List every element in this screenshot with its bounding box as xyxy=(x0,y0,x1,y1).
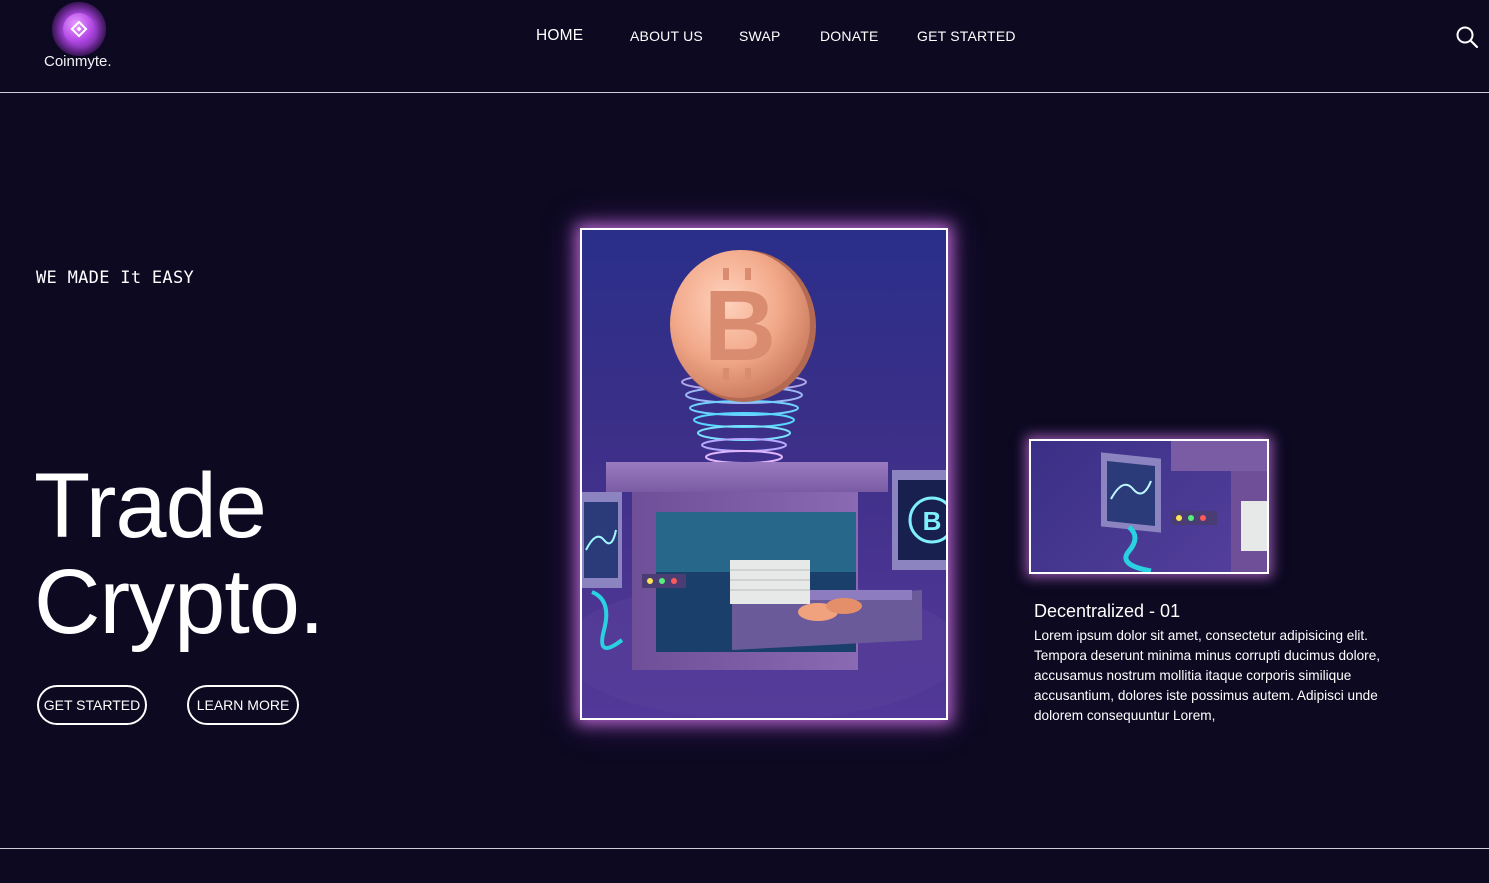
brand-logo[interactable]: Coinmyte. xyxy=(40,0,120,80)
bitcoin-machine-illustration: B B xyxy=(582,250,946,718)
hero-image: B B xyxy=(580,228,948,720)
nav-item-get-started[interactable]: GET STARTED xyxy=(917,28,1016,44)
nav-item-about-us[interactable]: ABOUT US xyxy=(630,28,703,44)
get-started-button[interactable]: GET STARTED xyxy=(37,685,147,725)
search-icon[interactable] xyxy=(1455,25,1479,49)
feature-title: Decentralized - 01 xyxy=(1034,601,1181,621)
nav-item-home[interactable]: HOME xyxy=(536,27,583,45)
site-header: Coinmyte. HOME ABOUT US SWAP DONATE GET … xyxy=(0,0,1489,93)
headline-line-2: Crypto. xyxy=(34,551,325,653)
monitor-illustration xyxy=(1101,441,1267,572)
section-divider xyxy=(0,848,1489,849)
learn-more-button[interactable]: LEARN MORE xyxy=(187,685,299,725)
svg-text:B: B xyxy=(923,506,942,536)
headline-line-1: Trade xyxy=(34,455,267,557)
binance-diamond-icon xyxy=(63,13,95,45)
nav-item-swap[interactable]: SWAP xyxy=(739,28,781,44)
feature-thumbnail xyxy=(1029,439,1269,574)
nav-item-donate[interactable]: DONATE xyxy=(820,28,879,44)
feature-description: Lorem ipsum dolor sit amet, consectetur … xyxy=(1034,628,1381,723)
hero-headline: Trade Crypto. xyxy=(34,455,325,653)
svg-text:B: B xyxy=(704,270,776,382)
brand-name: Coinmyte. xyxy=(44,53,112,70)
hero-tagline: WE MADE It EASY xyxy=(36,268,195,288)
